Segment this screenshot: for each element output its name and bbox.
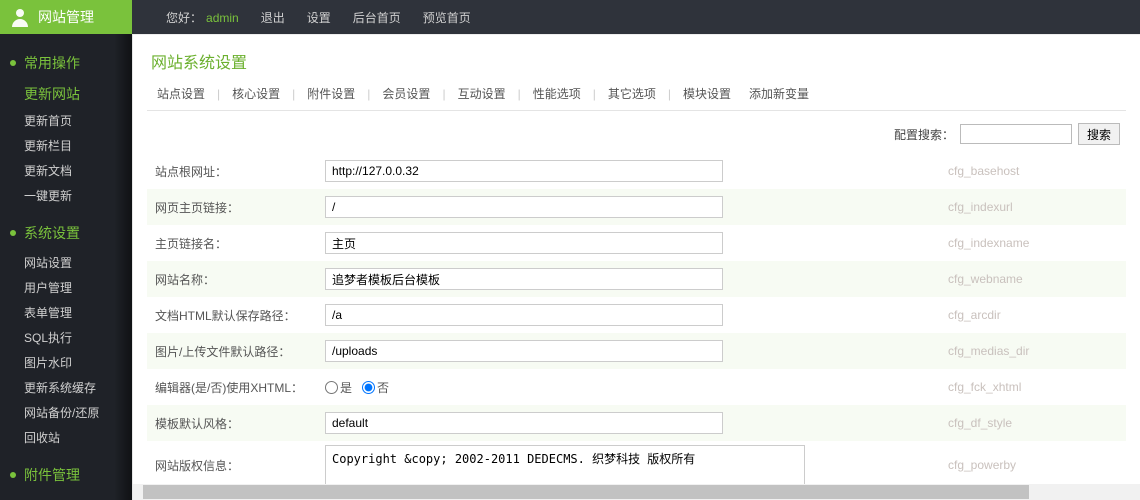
field-label: 文档HTML默认保存路径： (155, 307, 325, 324)
form-row: 编辑器(是/否)使用XHTML：是否 cfg_fck_xhtml (147, 369, 1126, 405)
field-hint: cfg_basehost (948, 164, 1118, 178)
avatar-icon (8, 5, 32, 29)
settings-tabs: 站点设置|核心设置|附件设置|会员设置|互动设置|性能选项|其它选项|模块设置添… (147, 83, 1126, 111)
text-input[interactable] (325, 160, 723, 182)
field-hint: cfg_arcdir (948, 308, 1118, 322)
form-row: 模板默认风格： cfg_df_style (147, 405, 1126, 441)
field-label: 网站名称： (155, 271, 325, 288)
field-label: 模板默认风格： (155, 415, 325, 432)
sidebar-section-title[interactable]: 常用操作 (0, 46, 132, 80)
sidebar-item[interactable]: 图片水印 (0, 350, 132, 375)
sidebar-item[interactable]: 更新网站 (0, 80, 132, 108)
page-title: 网站系统设置 (151, 49, 1126, 73)
topbar-link-preview-home[interactable]: 预览首页 (423, 9, 471, 26)
form-row: 网站名称： cfg_webname (147, 261, 1126, 297)
text-input[interactable] (325, 412, 723, 434)
config-search: 配置搜索： 搜索 (147, 121, 1126, 153)
topbar-link-settings[interactable]: 设置 (307, 9, 331, 26)
text-input[interactable] (325, 232, 723, 254)
field-hint: cfg_webname (948, 272, 1118, 286)
form-row: 图片/上传文件默认路径： cfg_medias_dir (147, 333, 1126, 369)
sidebar-section-title[interactable]: 系统设置 (0, 216, 132, 250)
main-content: 网站系统设置 站点设置|核心设置|附件设置|会员设置|互动设置|性能选项|其它选… (132, 34, 1140, 500)
text-input[interactable] (325, 340, 723, 362)
topbar-links: 您好：admin 退出 设置 后台首页 预览首页 (132, 9, 471, 26)
tab[interactable]: 添加新变量 (743, 83, 815, 104)
sidebar-item[interactable]: 网站备份/还原 (0, 400, 132, 425)
field-hint: cfg_powerby (948, 458, 1118, 472)
textarea-input[interactable] (325, 445, 805, 485)
sidebar-item[interactable]: 表单管理 (0, 300, 132, 325)
radio-option[interactable]: 是 (325, 379, 352, 396)
sidebar-item[interactable]: 更新文档 (0, 158, 132, 183)
sidebar-section-title[interactable]: 附件管理 (0, 458, 132, 492)
tab[interactable]: 附件设置 (301, 83, 361, 104)
brand-logo: 网站管理 (0, 0, 132, 34)
tab[interactable]: 核心设置 (226, 83, 286, 104)
radio-input[interactable] (325, 381, 338, 394)
sidebar-item[interactable]: 更新栏目 (0, 133, 132, 158)
brand-text: 网站管理 (38, 7, 94, 27)
field-hint: cfg_indexurl (948, 200, 1118, 214)
field-hint: cfg_medias_dir (948, 344, 1118, 358)
sidebar-item[interactable]: 网站设置 (0, 250, 132, 275)
field-label: 主页链接名： (155, 235, 325, 252)
sidebar-item[interactable]: 更新系统缓存 (0, 375, 132, 400)
field-hint: cfg_indexname (948, 236, 1118, 250)
topbar-link-backend-home[interactable]: 后台首页 (353, 9, 401, 26)
text-input[interactable] (325, 268, 723, 290)
form-row: 站点根网址： cfg_basehost (147, 153, 1126, 189)
horizontal-scrollbar[interactable] (133, 484, 1140, 500)
field-label: 网页主页链接： (155, 199, 325, 216)
admin-name[interactable]: admin (206, 11, 239, 25)
greeting: 您好：admin (166, 9, 239, 26)
settings-form: 站点根网址： cfg_basehost 网页主页链接： cfg_indexurl 主页链… (147, 153, 1126, 489)
form-row: 主页链接名： cfg_indexname (147, 225, 1126, 261)
field-label: 图片/上传文件默认路径： (155, 343, 325, 360)
sidebar-item[interactable]: 更新首页 (0, 108, 132, 133)
field-label: 站点根网址： (155, 163, 325, 180)
sidebar-item[interactable]: SQL执行 (0, 325, 132, 350)
topbar-link-logout[interactable]: 退出 (261, 9, 285, 26)
field-hint: cfg_df_style (948, 416, 1118, 430)
tab[interactable]: 互动设置 (452, 83, 512, 104)
topbar: 网站管理 您好：admin 退出 设置 后台首页 预览首页 (0, 0, 1140, 34)
sidebar-item[interactable]: 用户管理 (0, 275, 132, 300)
radio-option[interactable]: 否 (362, 379, 389, 396)
tab[interactable]: 模块设置 (677, 83, 737, 104)
search-input[interactable] (960, 124, 1072, 144)
text-input[interactable] (325, 304, 723, 326)
sidebar-item[interactable]: 回收站 (0, 425, 132, 450)
form-row: 文档HTML默认保存路径： cfg_arcdir (147, 297, 1126, 333)
sidebar: 常用操作更新网站更新首页更新栏目更新文档一键更新系统设置网站设置用户管理表单管理… (0, 34, 132, 500)
form-row: 网页主页链接： cfg_indexurl (147, 189, 1126, 225)
tab[interactable]: 其它选项 (602, 83, 662, 104)
search-button[interactable]: 搜索 (1078, 123, 1120, 145)
tab[interactable]: 会员设置 (376, 83, 436, 104)
tab[interactable]: 站点设置 (151, 83, 211, 104)
sidebar-item[interactable]: 一键更新 (0, 183, 132, 208)
field-hint: cfg_fck_xhtml (948, 380, 1118, 394)
search-label: 配置搜索： (894, 126, 954, 143)
field-label: 网站版权信息： (155, 457, 325, 474)
radio-input[interactable] (362, 381, 375, 394)
form-row: 网站版权信息： cfg_powerby (147, 441, 1126, 489)
field-label: 编辑器(是/否)使用XHTML： (155, 379, 325, 396)
tab[interactable]: 性能选项 (527, 83, 587, 104)
text-input[interactable] (325, 196, 723, 218)
